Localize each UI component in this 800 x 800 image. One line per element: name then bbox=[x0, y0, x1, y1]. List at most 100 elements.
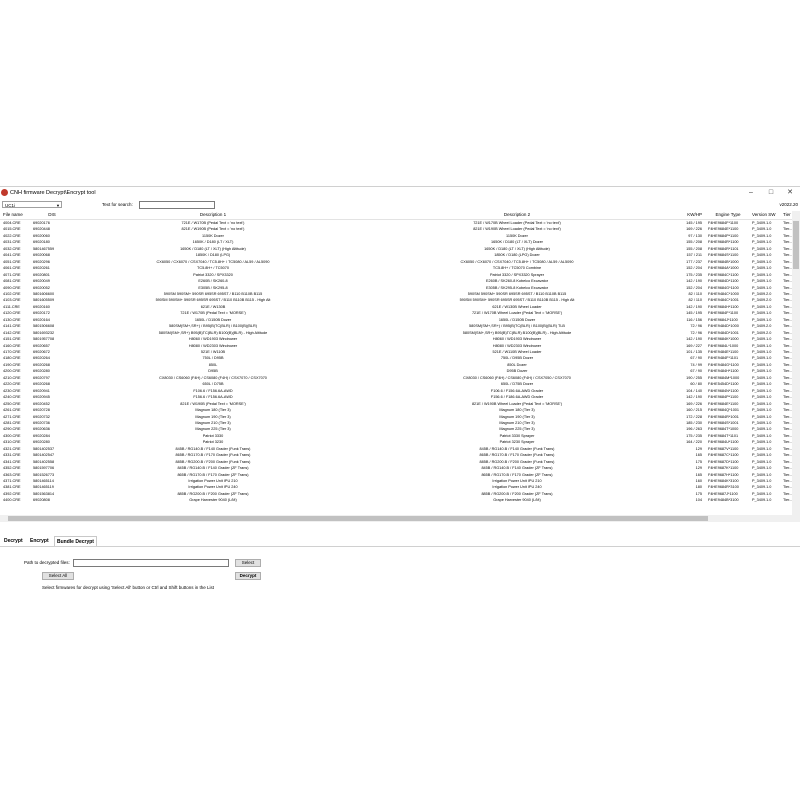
table-row[interactable]: 4004.CRE 69020176 721E / W170B (Pedal Text… bbox=[0, 220, 792, 226]
cell-version-sw: P_3409.1.0 bbox=[752, 388, 772, 393]
select-button[interactable]: Select bbox=[235, 559, 261, 567]
header-dis[interactable]: DIS bbox=[33, 211, 71, 219]
table-row[interactable]: 4352.CRE 5801597706 845B / RG140.B / F140 … bbox=[0, 465, 792, 471]
table-row[interactable]: 4032.CRE 5801467559 1650K / D180 (LT / XLT… bbox=[0, 246, 792, 252]
cell-description-1: CX6050 / CX6070 / CSX7040 / TC5.8H+ / TC… bbox=[156, 259, 270, 264]
table-row[interactable]: 4111.CRE 69020160 621E / W130B 621E / W130B… bbox=[0, 304, 792, 310]
close-button[interactable]: ✕ bbox=[781, 187, 799, 198]
table-row[interactable]: 4190.CRE 69020268 850L 850L Dozer 74 / 99 F4H… bbox=[0, 362, 792, 368]
table-row[interactable]: 4151.CRE 5801957708 H8060 / WD1903 Windrow… bbox=[0, 336, 792, 342]
cell-description-2: 821E / W190B Wheel Loader (Pedal Text = … bbox=[471, 401, 563, 406]
header-version-sw[interactable]: Version SW bbox=[752, 211, 776, 219]
table-row[interactable]: 4290.CRE 69020636 Magnum 225 (Tier 3) Magnu… bbox=[0, 426, 792, 432]
table-row[interactable]: 4321.CRE 5801402537 845B / RG140.B / F140 … bbox=[0, 446, 792, 452]
header-description-2[interactable]: Description 2 bbox=[362, 211, 672, 219]
cell-file-name: 4081.CRE bbox=[3, 279, 21, 284]
table-row[interactable]: 4071.CRE 69020801 Patriot 3320 / SPX3320 Pa… bbox=[0, 272, 792, 278]
header-description-1[interactable]: Description 1 bbox=[72, 211, 354, 219]
cell-dis: 69020068 bbox=[33, 253, 50, 258]
ecu-select[interactable]: UC1i ▼ bbox=[2, 201, 62, 208]
cell-description-1: Irrigation Power Unit IPU 240 bbox=[188, 485, 238, 490]
cell-version-sw: P_3409.1.0 bbox=[752, 395, 772, 400]
table-row[interactable]: 4041.CRE 69020068 1850K / D180 (LPG) 1850K … bbox=[0, 252, 792, 258]
table-row[interactable]: 4392.CRE 5801563814 885B / RG200.B / F200 … bbox=[0, 491, 792, 497]
table-row[interactable]: 4180.CRE 69020264 750L / D95B 750L / D95B D… bbox=[0, 355, 792, 361]
table-row[interactable]: 4331.CRE 5801402547 865B / RG170.B / F170 … bbox=[0, 452, 792, 458]
cell-version-sw: P_3409.1.0 bbox=[752, 350, 772, 354]
cell-engine-type: F4HE9687H*1100 bbox=[708, 472, 739, 477]
table-row[interactable]: 4400.CRE 69020808 Grape Harvester 9040 (L/… bbox=[0, 497, 792, 503]
table-row[interactable]: 4363.CRE 5801526773 865B / RG170.B / F170 … bbox=[0, 472, 792, 478]
table-row[interactable]: 4061.CRE 69020261 TC5.8H+ / TC5070 TC5.8H+ … bbox=[0, 265, 792, 271]
path-input[interactable] bbox=[73, 559, 229, 567]
table-row[interactable]: 4103.CRE 5801605509 590SM 590SM+ 590SR 695… bbox=[0, 297, 792, 303]
tab-decrypt[interactable]: Decrypt bbox=[2, 536, 25, 546]
tab-bundle-decrypt[interactable]: Bundle Decrypt bbox=[54, 536, 97, 546]
cell-description-2: 885B / RG200.B / F200 Grader (Funk Trans… bbox=[479, 459, 555, 464]
table-row[interactable]: 4141.CRE 5801506608 580SM(SM+,SR+) / B95(B… bbox=[0, 323, 792, 329]
cell-dis: 69020261 bbox=[33, 266, 50, 271]
table-row[interactable]: 4120.CRE 69020172 721E / W170B (Pedal Text… bbox=[0, 310, 792, 316]
table-row[interactable]: 4300.CRE 69020284 Patriot 3330 Patriot 3330… bbox=[0, 433, 792, 439]
table-row[interactable]: 4310.CRE 69020280 Patriot 3230 Patriot 3230… bbox=[0, 439, 792, 445]
cell-version-sw: P_3409.1.0 bbox=[752, 414, 772, 419]
table-row[interactable]: 4230.CRE 69020941 F106.6 / F156.6A-AWD F106… bbox=[0, 388, 792, 394]
header-file-name[interactable]: File name bbox=[3, 211, 33, 219]
cell-dis: 69020052 bbox=[33, 285, 50, 290]
table-row[interactable]: 4130.CRE 69020164 1650L / D150B Dozer 1650L… bbox=[0, 317, 792, 323]
table-row[interactable]: 4271.CRE 69020732 Magnum 190 (Tier 3) Magnu… bbox=[0, 414, 792, 420]
table-row[interactable]: 4090.CRE 69020052 E305B / SK295-8 E305B / S… bbox=[0, 285, 792, 291]
cell-version-sw: P_3409.1.0 bbox=[752, 356, 772, 361]
decrypt-button[interactable]: Decrypt bbox=[235, 572, 261, 580]
table-row[interactable]: 4102.CRE 5801606600 590SM 590SM+ 590SR 695… bbox=[0, 291, 792, 297]
horizontal-scroll-thumb[interactable] bbox=[8, 516, 708, 521]
cell-description-2: H8080 / WD2303 Windrower bbox=[492, 343, 542, 348]
cell-description-2: E260B / SK260-8 Kobelco Excavator bbox=[485, 279, 549, 284]
cell-description-1: 521E / W110B bbox=[200, 350, 226, 354]
table-row[interactable]: 4200.CRE 69020280 D95B D95B Dozer 67 / 90 F4H… bbox=[0, 368, 792, 374]
cell-description-1: 580SM(SM+,SR+) B95(B)TC(BLR) B100(B)(BLR… bbox=[158, 330, 268, 335]
table-row[interactable]: 4371.CRE 5801465114 Irrigation Power Unit … bbox=[0, 478, 792, 484]
table-row[interactable]: 4381.CRE 5801465119 Irrigation Power Unit … bbox=[0, 484, 792, 490]
vertical-scrollbar[interactable] bbox=[792, 211, 800, 515]
table-row[interactable]: 4220.CRE 69020268 650L / D75B 650L / D75B D… bbox=[0, 381, 792, 387]
firmware-table[interactable]: File name DIS Description 1 Description … bbox=[0, 211, 800, 515]
table-row[interactable]: 4261.CRE 69020728 Magnum 180 (Tier 3) Magnu… bbox=[0, 407, 792, 413]
search-input[interactable] bbox=[139, 201, 215, 209]
table-row[interactable]: 4022.CRE 69020060 1150K Dozer 1150K Dozer 97… bbox=[0, 233, 792, 239]
cell-description-1: 845B / RG140.B / F140 Grader (ZF Trans) bbox=[177, 466, 249, 471]
minimize-button[interactable]: – bbox=[742, 187, 760, 198]
table-row[interactable]: 4031.CRE 69020180 1650K / D180 (LT / XLT) 1… bbox=[0, 239, 792, 245]
header-kw-hp[interactable]: KW/HP bbox=[672, 211, 702, 219]
table-row[interactable]: 4210.CRE 69020797 CX8030 / CS6060 (F4H) / … bbox=[0, 375, 792, 381]
table-row[interactable]: 4051.CRE 69020296 CX6050 / CX6070 / CSX704… bbox=[0, 259, 792, 265]
select-all-button[interactable]: Select All bbox=[42, 572, 74, 580]
cell-dis: 69020797 bbox=[33, 375, 50, 380]
header-engine-type[interactable]: Engine Type bbox=[708, 211, 748, 219]
maximize-button[interactable]: □ bbox=[762, 187, 780, 198]
table-row[interactable]: 4015.CRE 69020448 821E / W190B (Pedal Text… bbox=[0, 226, 792, 232]
cell-file-name: 4111.CRE bbox=[3, 304, 20, 309]
cell-dis: 5801597706 bbox=[33, 466, 55, 471]
table-row[interactable]: 4281.CRE 69020736 Magnum 210 (Tier 3) Magnu… bbox=[0, 420, 792, 426]
cell-kw-hp: 60 / 80 bbox=[690, 382, 702, 387]
table-row[interactable]: 4160.CRE 69020657 H8080 / WD2303 Windrower… bbox=[0, 343, 792, 349]
ecu-select-value: UC1i bbox=[5, 203, 16, 208]
vertical-scroll-thumb[interactable] bbox=[793, 221, 799, 269]
cell-dis: 5801526773 bbox=[33, 472, 55, 477]
table-row[interactable]: 4341.CRE 5801402558 885B / RG200.B / F200 … bbox=[0, 459, 792, 465]
tab-encrypt[interactable]: Encrypt bbox=[28, 536, 51, 546]
cell-file-name: 4103.CRE bbox=[3, 298, 21, 303]
table-row[interactable]: 4170.CRE 69020672 521E / W110B 521E / W110B… bbox=[0, 349, 792, 355]
cell-description-1: 1850K / D180 (LPG) bbox=[195, 253, 231, 258]
cell-file-name: 4271.CRE bbox=[3, 414, 21, 419]
cell-description-1: 885B / RG200.B / F200 Grader (ZF Trans) bbox=[177, 491, 249, 496]
horizontal-scrollbar[interactable] bbox=[0, 515, 800, 522]
cell-description-1: Magnum 210 (Tier 3) bbox=[195, 420, 231, 425]
cell-description-2: 590SM 590SM+ 590SR 695SR 695ST / B110 B1… bbox=[467, 291, 567, 296]
table-row[interactable]: 4142.CRE 5801693232 580SM(SM+,SR+) B95(B)T… bbox=[0, 330, 792, 336]
table-row[interactable]: 4250.CRE 69020452 821E / W190B (Pedal Text… bbox=[0, 401, 792, 407]
cell-engine-type: F4HE9684Q*1001 bbox=[708, 408, 740, 413]
table-row[interactable]: 4081.CRE 69020049 E260B / SK260-8 E260B / S… bbox=[0, 278, 792, 284]
table-row[interactable]: 4240.CRE 69020945 F156.6 / F156.6A-AWD F156… bbox=[0, 394, 792, 400]
